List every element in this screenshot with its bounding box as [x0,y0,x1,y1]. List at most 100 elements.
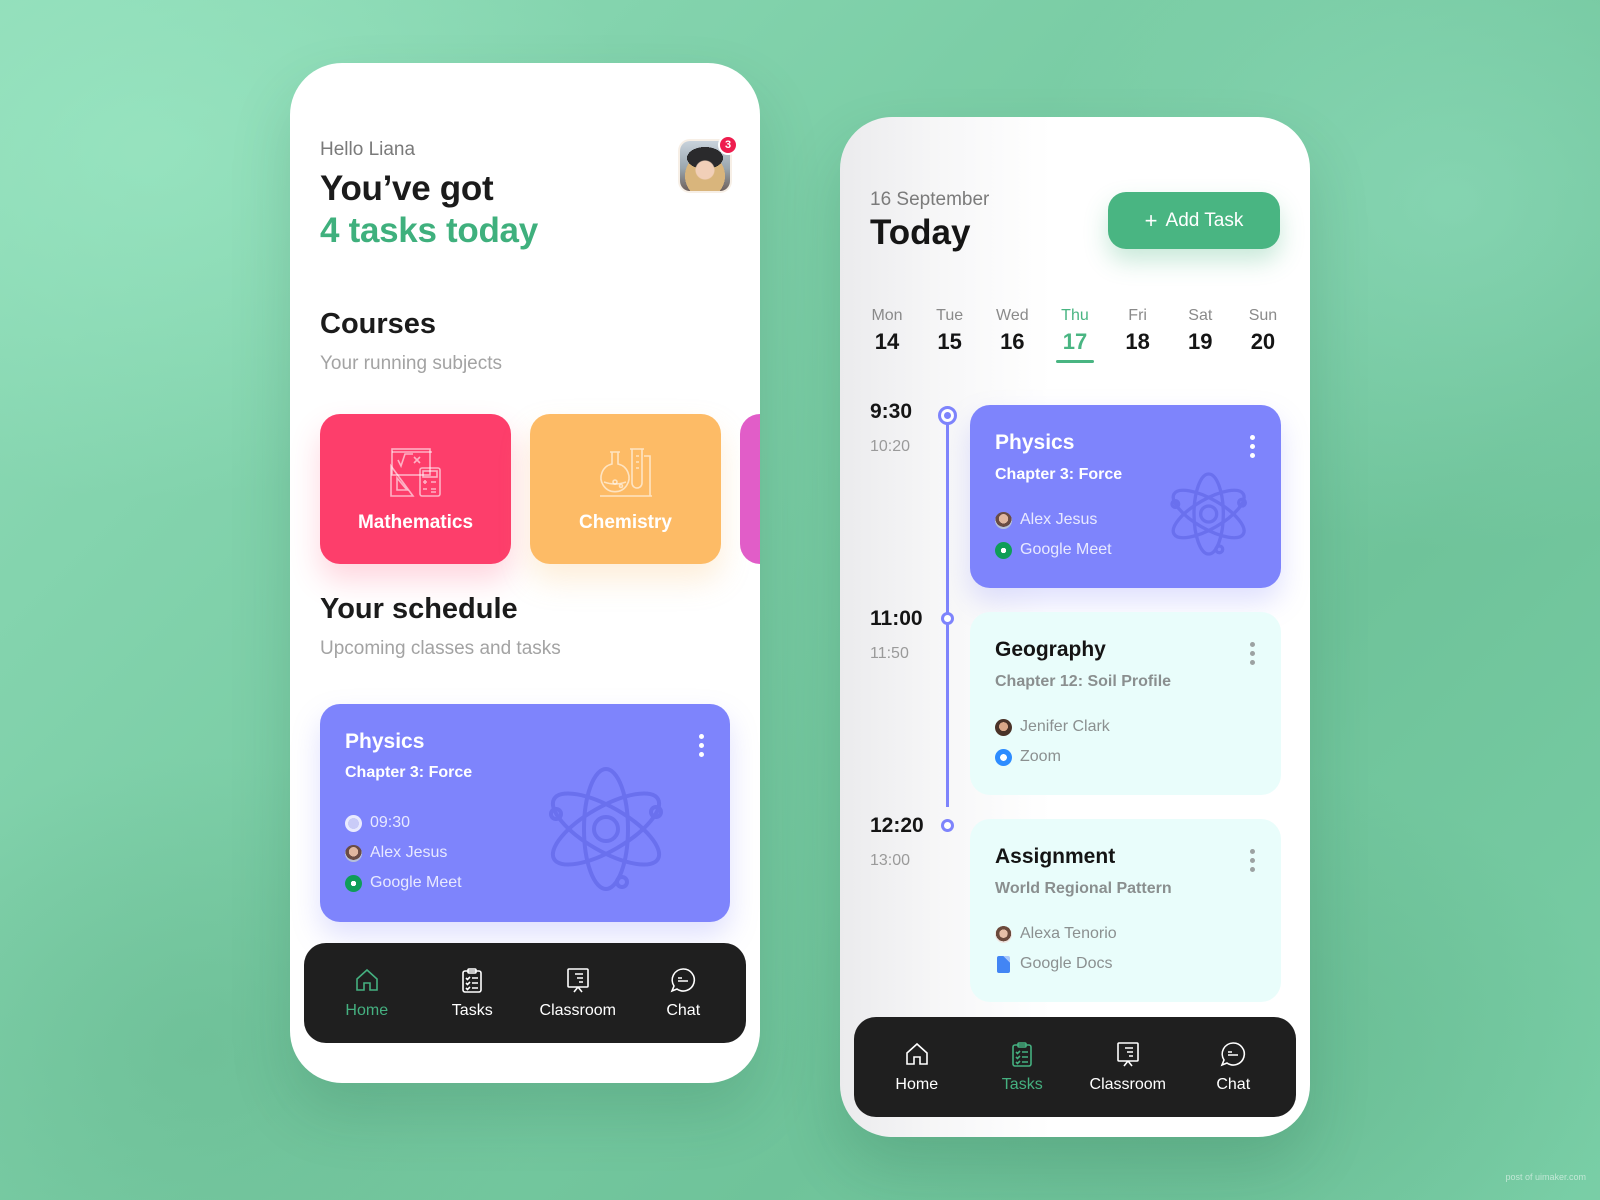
event-end-time: 13:00 [870,852,911,869]
event-start-time: 9:30 [870,400,913,423]
platform-name: Zoom [1020,748,1061,765]
nav-classroom[interactable]: Classroom [528,966,628,1020]
teacher-avatar [995,925,1012,943]
event-card-geography[interactable]: Geography Chapter 12: Soil Profile Jenif… [970,612,1281,795]
kebab-dot [1250,849,1255,854]
card-subtitle: Chapter 12: Soil Profile [995,673,1172,690]
day-fri[interactable]: Fri 18 [1111,307,1165,355]
day-thu-selected[interactable]: Thu 17 [1048,307,1102,363]
more-options-button[interactable] [1250,642,1255,665]
course-card-mathematics[interactable]: Mathematics [320,414,511,564]
day-number: 20 [1250,329,1276,354]
event-end-time: 10:20 [870,438,911,455]
nav-chat[interactable]: Chat [633,966,733,1020]
platform-row[interactable]: Google Docs [995,955,1113,973]
plus-icon: + [1144,207,1158,233]
course-card-partial[interactable] [740,414,760,564]
kebab-dot [1250,642,1255,647]
teacher-avatar [995,718,1012,736]
card-title: Geography [995,638,1106,661]
kebab-dot [1250,660,1255,665]
event-card-physics[interactable]: Physics Chapter 3: Force Alex Jesus Goog… [970,405,1281,588]
nav-chat[interactable]: Chat [1183,1040,1283,1094]
timeline-dot-current [938,406,957,425]
time-row: 09:30 [345,814,410,832]
nav-home[interactable]: Home [317,966,417,1020]
headline: You’ve got [320,169,494,208]
event-start-time: 11:00 [870,607,923,630]
zoom-icon [995,748,1012,766]
timeline-dot [941,612,954,625]
kebab-dot [1250,858,1255,863]
platform-name: Google Meet [370,874,462,891]
clipboard-icon [462,968,483,993]
day-wed[interactable]: Wed 16 [985,307,1039,355]
nav-label: Classroom [1089,1076,1166,1093]
platform-row[interactable]: Google Meet [995,541,1112,559]
home-icon [355,968,378,991]
schedule-subtitle: Upcoming classes and tasks [320,638,561,659]
courses-subtitle: Your running subjects [320,353,503,374]
teacher-row: Alex Jesus [995,511,1097,529]
google-docs-icon [997,955,1010,973]
platform-row[interactable]: Zoom [995,748,1061,766]
tasks-screen: 16 September Today + Add Task Mon 14 Tue 1… [840,117,1310,1137]
course-label: Chemistry [579,512,672,533]
day-number: 18 [1125,329,1150,354]
courses-title: Courses [320,308,437,340]
greeting: Hello Liana [320,139,416,160]
watermark: post of uimaker.com [1505,1172,1586,1182]
more-options-button[interactable] [1250,435,1255,458]
day-name: Mon [871,307,903,324]
nav-home[interactable]: Home [867,1040,967,1094]
day-name: Thu [1061,307,1089,324]
schedule-card-physics[interactable]: Physics Chapter 3: Force 09:30 Alex Jesu… [320,704,730,922]
platform-name: Google Docs [1020,955,1113,972]
nav-label: Tasks [451,1002,493,1019]
day-number: 14 [874,329,900,354]
kebab-dot [1250,453,1255,458]
teacher-row: Jenifer Clark [995,718,1110,736]
platform-row[interactable]: Google Meet [345,874,462,892]
card-title: Physics [345,730,425,753]
platform-name: Google Meet [1020,541,1112,558]
kebab-dot [699,752,704,757]
time-text: 09:30 [370,814,411,831]
event-start-time: 12:20 [870,814,924,837]
course-card-chemistry[interactable]: Chemistry [530,414,721,564]
event-end-time: 11:50 [870,645,909,662]
date-label: 16 September [870,189,990,210]
math-tools-icon [389,448,441,497]
presentation-board-icon [1116,1042,1139,1067]
day-mon[interactable]: Mon 14 [860,307,914,355]
timeline-dot [941,819,954,832]
day-tue[interactable]: Tue 15 [923,307,977,355]
more-options-button[interactable] [699,734,704,757]
more-options-button[interactable] [1250,849,1255,872]
kebab-dot [1250,651,1255,656]
teacher-avatar [995,511,1012,529]
day-name: Sun [1248,307,1278,324]
nav-classroom[interactable]: Classroom [1078,1040,1178,1094]
teacher-name: Alexa Tenorio [1020,925,1117,942]
chat-bubble-icon [670,968,696,993]
atom-icon [1170,472,1247,556]
flask-icon [599,448,652,497]
nav-tasks[interactable]: Tasks [422,966,522,1020]
event-card-assignment[interactable]: Assignment World Regional Pattern Alexa … [970,819,1281,1002]
nav-label: Chat [666,1002,701,1019]
day-number: 17 [1062,329,1088,354]
bottom-nav: Home Tasks Classroom Chat [304,943,746,1043]
kebab-dot [1250,435,1255,440]
task-count-headline: 4 tasks today [320,211,538,250]
day-sun[interactable]: Sun 20 [1236,307,1290,355]
day-number: 19 [1188,329,1213,354]
chat-bubble-icon [1220,1042,1246,1067]
nav-tasks[interactable]: Tasks [972,1040,1072,1094]
nav-label: Classroom [539,1002,616,1019]
kebab-dot [1250,444,1255,449]
day-sat[interactable]: Sat 19 [1173,307,1227,355]
add-task-button[interactable]: + Add Task [1108,192,1280,249]
kebab-dot [699,743,704,748]
kebab-dot [699,734,704,739]
